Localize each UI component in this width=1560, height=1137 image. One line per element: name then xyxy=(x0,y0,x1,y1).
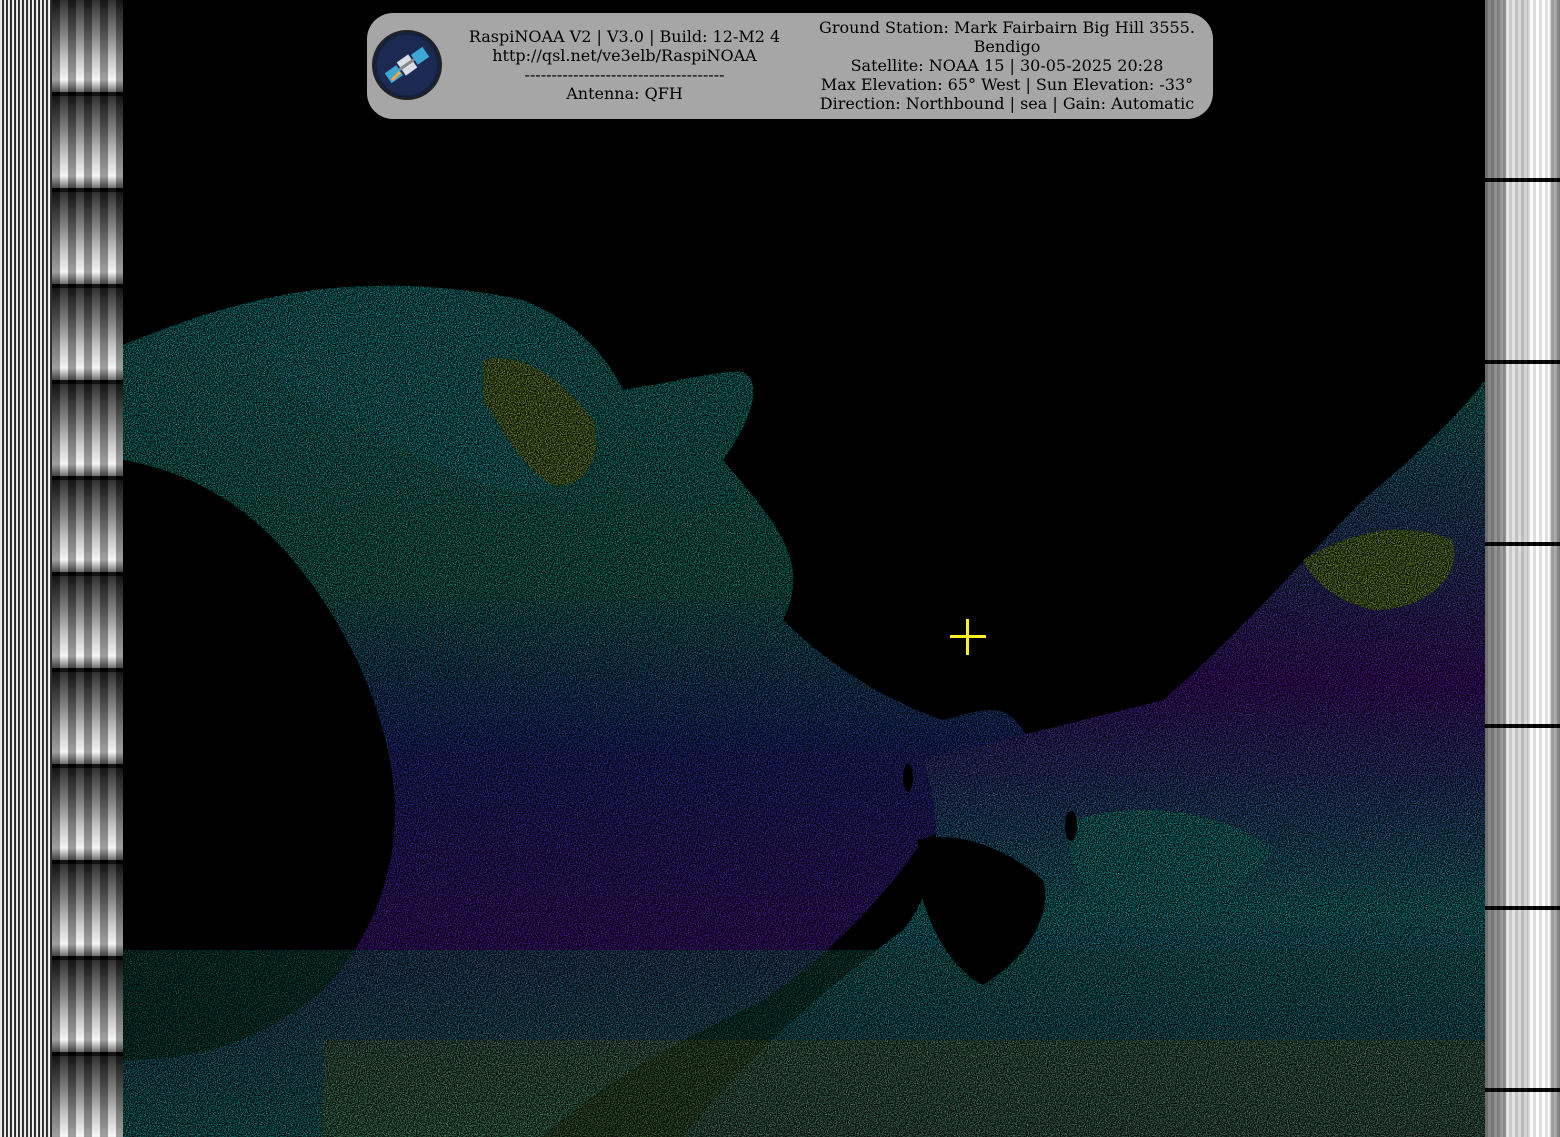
antenna-type: Antenna: QFH xyxy=(566,84,683,103)
pass-details: Ground Station: Mark Fairbairn Big Hill … xyxy=(807,18,1207,113)
telemetry-strip-left xyxy=(0,0,123,1137)
station-software-info: RaspiNOAA V2 | V3.0 | Build: 12-M2 4 htt… xyxy=(457,27,792,103)
satellite-image xyxy=(123,0,1485,1137)
direction-info: Direction: Northbound | sea | Gain: Auto… xyxy=(819,94,1195,113)
satellite-icon xyxy=(374,32,440,98)
telemetry-strip-right xyxy=(1485,0,1560,1137)
elevation-info: Max Elevation: 65° West | Sun Elevation:… xyxy=(820,75,1194,94)
land-mass-overlay xyxy=(123,285,1485,1137)
calibration-wedges xyxy=(52,0,123,1137)
crosshair-icon xyxy=(950,619,986,655)
sync-pattern xyxy=(0,0,52,1137)
pass-info-box: RaspiNOAA V2 | V3.0 | Build: 12-M2 4 htt… xyxy=(367,13,1213,119)
software-version: RaspiNOAA V2 | V3.0 | Build: 12-M2 4 xyxy=(468,27,781,46)
project-url: http://qsl.net/ve3elb/RaspiNOAA xyxy=(492,46,757,65)
satellite-pass: Satellite: NOAA 15 | 30-05-2025 20:28 xyxy=(850,56,1164,75)
ground-station: Ground Station: Mark Fairbairn Big Hill … xyxy=(819,18,1195,37)
ground-station-city: Bendigo xyxy=(973,37,1041,56)
divider-line: ------------------------------------- xyxy=(524,65,725,84)
